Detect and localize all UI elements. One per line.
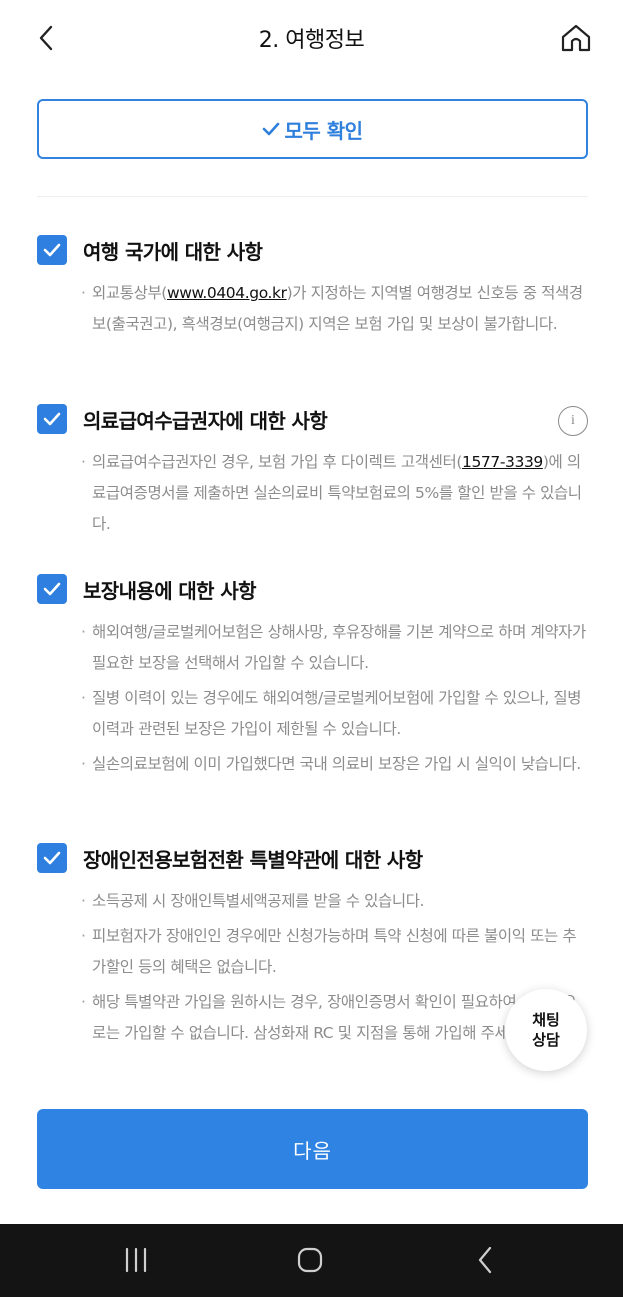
bullet-list: · 해외여행/글로벌케어보험은 상해사망, 후유장해를 기본 계약으로 하며 계약… [37, 617, 588, 780]
page-title: 2. 여행정보 [258, 28, 365, 53]
section-header: 여행 국가에 대한 사항 [37, 234, 588, 266]
chat-consult-button[interactable]: 채팅 상담 [505, 989, 587, 1071]
chat-label-line1: 채팅 [532, 1011, 560, 1029]
checkmark-icon [43, 851, 61, 865]
section-header: 장애인전용보험전환 특별약관에 대한 사항 [37, 842, 588, 874]
home-icon [561, 24, 591, 52]
system-nav-bar [0, 1224, 623, 1297]
system-back-button[interactable] [470, 1242, 500, 1278]
checkbox-travel-country[interactable] [37, 235, 67, 265]
checkmark-icon [43, 243, 61, 257]
back-icon [478, 1246, 492, 1274]
check-icon [262, 120, 280, 138]
checkmark-icon [43, 582, 61, 596]
bullet-list: · 의료급여수급권자인 경우, 보험 가입 후 다이렉트 고객센터(1577-33… [37, 447, 588, 540]
section-header: 보장내용에 대한 사항 [37, 573, 588, 605]
confirm-all-label: 모두 확인 [284, 118, 363, 143]
checkbox-coverage[interactable] [37, 574, 67, 604]
checkmark-icon [43, 412, 61, 426]
mofa-link[interactable]: www.0404.go.kr [167, 284, 287, 302]
checkbox-disability-rider[interactable] [37, 843, 67, 873]
chat-label-line2: 상담 [532, 1031, 560, 1049]
app-header: 2. 여행정보 [0, 0, 623, 76]
bullet-item: · 질병 이력이 있는 경우에도 해외여행/글로벌케어보험에 가입할 수 있으나,… [81, 689, 582, 738]
bullet-list: · 외교통상부(www.0404.go.kr)가 지정하는 지역별 여행경보 신호… [37, 278, 588, 340]
bullet-item: · 실손의료보험에 이미 가입했다면 국내 의료비 보장은 가입 시 실익이 낮습… [81, 755, 581, 773]
bullet-item: · 외교통상부(www.0404.go.kr)가 지정하는 지역별 여행경보 신호… [81, 284, 583, 333]
section-title: 의료급여수급권자에 대한 사항 [83, 409, 328, 433]
section-coverage: 보장내용에 대한 사항 · 해외여행/글로벌케어보험은 상해사망, 후유장해를 기… [37, 573, 588, 784]
bullet-item: · 소득공제 시 장애인특별세액공제를 받을 수 있습니다. [81, 892, 425, 910]
section-header: 의료급여수급권자에 대한 사항 i [37, 403, 588, 436]
next-button[interactable]: 다음 [37, 1109, 588, 1189]
info-icon[interactable]: i [558, 406, 588, 436]
recents-button[interactable] [118, 1242, 154, 1278]
recents-icon [125, 1247, 147, 1273]
checkbox-medical-aid[interactable] [37, 404, 67, 434]
home-button[interactable] [558, 20, 594, 56]
section-title: 여행 국가에 대한 사항 [83, 240, 263, 264]
section-title: 장애인전용보험전환 특별약관에 대한 사항 [83, 848, 423, 872]
call-center-link[interactable]: 1577-3339 [462, 453, 543, 471]
bullet-item: · 피보험자가 장애인인 경우에만 신청가능하며 특약 신청에 따른 불이익 또는… [81, 927, 577, 976]
bullet-item: · 의료급여수급권자인 경우, 보험 가입 후 다이렉트 고객센터(1577-33… [81, 453, 582, 533]
section-title: 보장내용에 대한 사항 [83, 579, 257, 603]
system-home-button[interactable] [290, 1242, 330, 1278]
bullet-item: · 해외여행/글로벌케어보험은 상해사망, 후유장해를 기본 계약으로 하며 계약… [81, 623, 586, 672]
confirm-all-button[interactable]: 모두 확인 [37, 99, 588, 159]
section-travel-country: 여행 국가에 대한 사항 · 외교통상부(www.0404.go.kr)가 지정하… [37, 234, 588, 344]
circle-home-icon [297, 1247, 323, 1273]
section-medical-aid: 의료급여수급권자에 대한 사항 i · 의료급여수급권자인 경우, 보험 가입 후… [37, 403, 588, 544]
divider [37, 196, 588, 197]
